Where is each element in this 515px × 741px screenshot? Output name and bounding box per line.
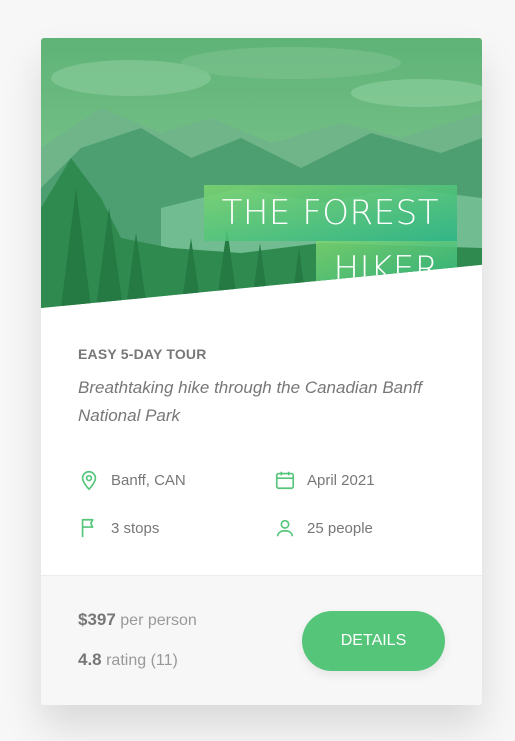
price-unit: per person	[120, 612, 197, 629]
tour-title: The Forest Hiker	[203, 185, 457, 297]
tour-subtitle: Easy 5-day tour	[78, 346, 207, 362]
fact-label: 25 people	[307, 519, 373, 537]
tour-price: $397 per person	[78, 610, 197, 630]
details-button[interactable]: Details	[302, 611, 445, 671]
flag-icon	[81, 518, 94, 538]
tour-footer: $397 per person 4.8 rating (11) Details	[41, 575, 482, 705]
calendar-icon	[275, 471, 295, 490]
fact-stops: 3 stops	[78, 516, 159, 540]
fact-date: April 2021	[274, 468, 375, 492]
tour-description: Breathtaking hike through the Canadian B…	[78, 378, 423, 425]
fact-label: April 2021	[307, 471, 375, 489]
fact-group-size: 25 people	[274, 516, 373, 540]
tour-hero-image: The Forest Hiker	[41, 38, 482, 308]
user-icon	[276, 519, 294, 537]
tour-title-line2: Hiker	[315, 241, 457, 297]
fact-label: 3 stops	[111, 519, 160, 537]
fact-label: Banff, CAN	[111, 471, 186, 489]
fact-location: Banff, CAN	[78, 468, 186, 492]
tour-details: Easy 5-day tour Breathtaking hike throug…	[78, 346, 458, 430]
rating-value: 4.8	[78, 650, 102, 669]
rating-text: rating (11)	[106, 652, 178, 669]
tour-title-line1: The Forest	[203, 185, 457, 241]
tour-card: The Forest Hiker Easy 5-day tour Breatht…	[41, 38, 482, 705]
map-pin-icon	[81, 470, 97, 491]
tour-rating: 4.8 rating (11)	[78, 650, 178, 670]
price-value: $397	[78, 610, 116, 629]
